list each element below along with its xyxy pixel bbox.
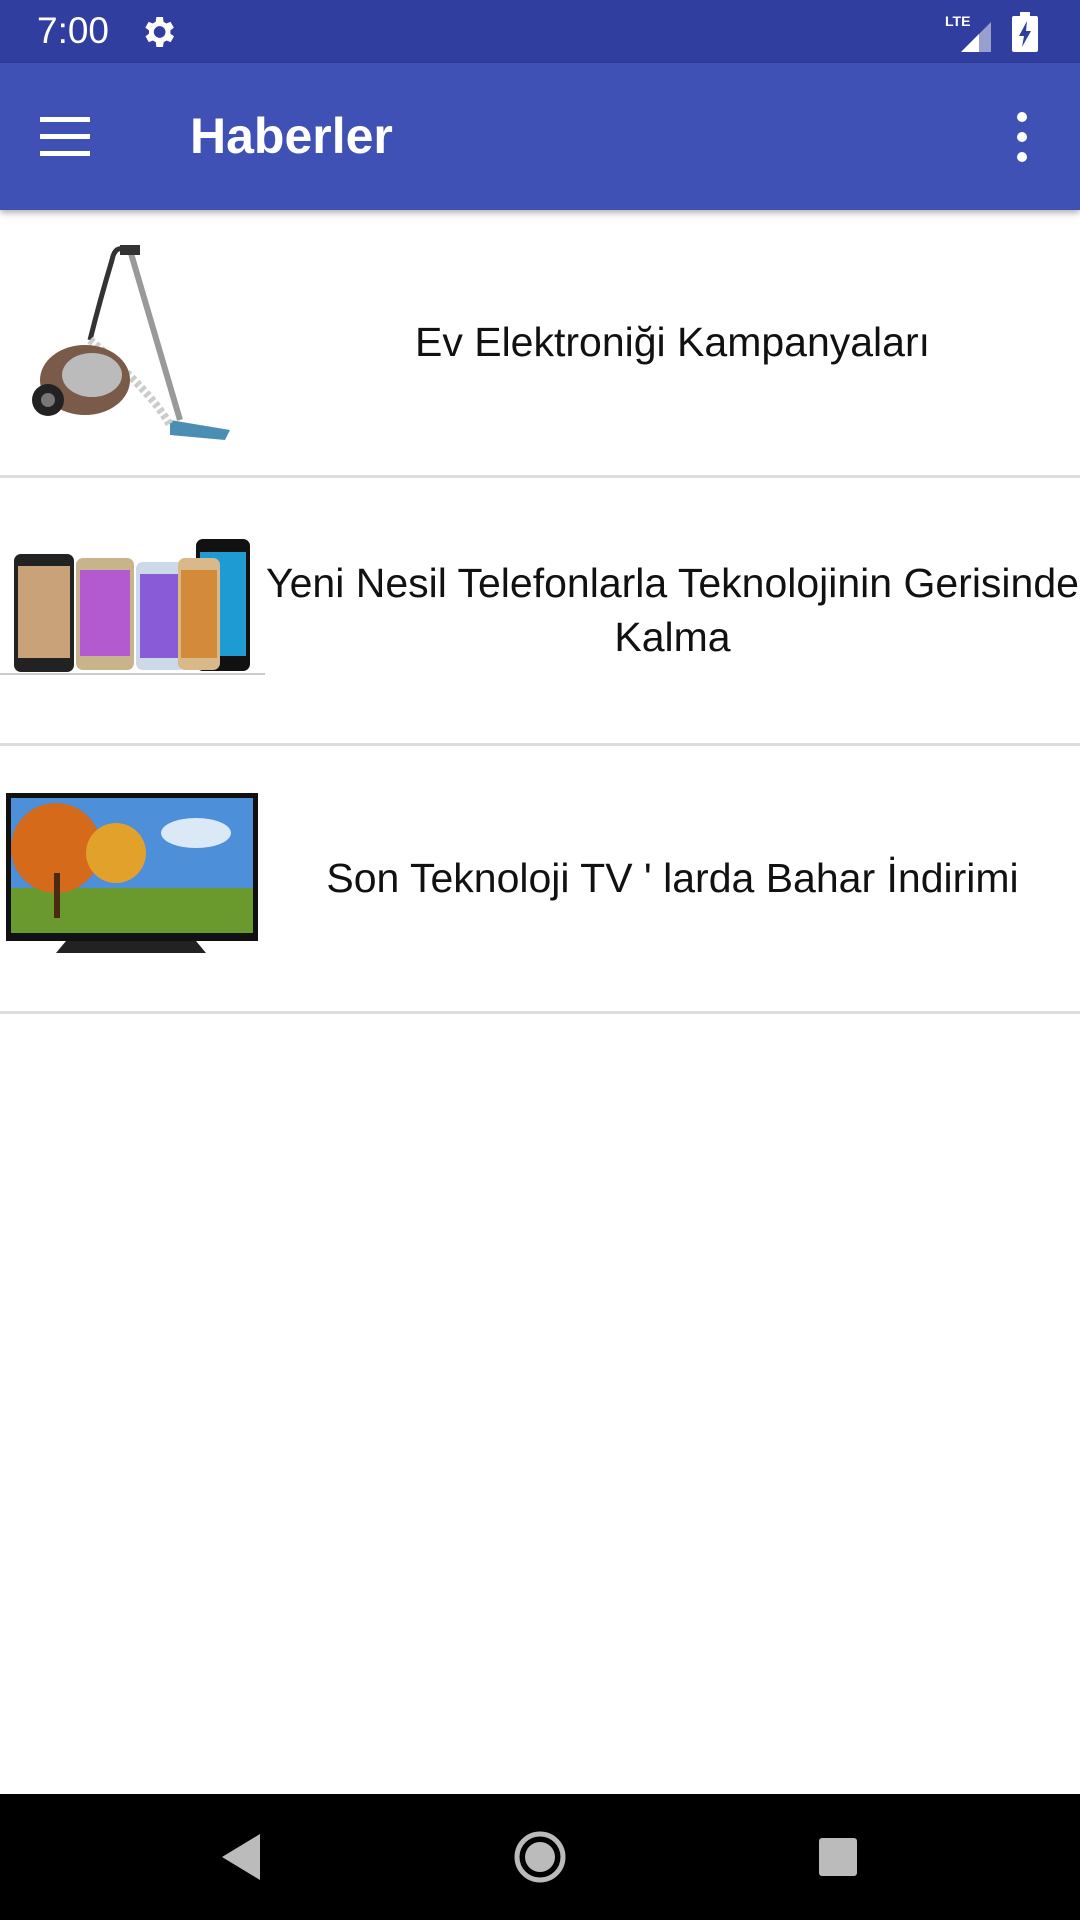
- news-item[interactable]: Ev Elektroniği Kampanyaları: [0, 210, 1080, 478]
- app-toolbar: Haberler: [0, 63, 1080, 210]
- navigation-bar: [0, 1794, 1080, 1920]
- news-item[interactable]: Yeni Nesil Telefonlarla Teknolojinin Ger…: [0, 478, 1080, 746]
- news-title: Yeni Nesil Telefonlarla Teknolojinin Ger…: [266, 560, 1079, 660]
- status-bar: 7:00 LTE: [0, 0, 1080, 63]
- smartphones-image: [0, 539, 265, 675]
- news-item[interactable]: Son Teknoloji TV ' larda Bahar İndirimi: [0, 746, 1080, 1014]
- page-title: Haberler: [190, 108, 393, 164]
- more-vert-icon[interactable]: [1000, 107, 1044, 167]
- settings-gear-icon: [145, 17, 174, 47]
- news-title: Ev Elektroniği Kampanyaları: [414, 318, 931, 365]
- battery-charging-icon: [1012, 12, 1038, 52]
- back-icon[interactable]: [208, 1824, 274, 1890]
- home-icon[interactable]: [507, 1824, 573, 1890]
- news-title: Son Teknoloji TV ' larda Bahar İndirimi: [326, 854, 1019, 901]
- news-list: Ev Elektroniği Kampanyaları Yeni Nesil T…: [0, 210, 1080, 1014]
- recents-icon[interactable]: [805, 1824, 871, 1890]
- hamburger-menu-icon[interactable]: [40, 113, 106, 161]
- vacuum-cleaner-image: [32, 245, 230, 440]
- svg-text:LTE: LTE: [945, 13, 970, 29]
- television-image: [6, 793, 258, 953]
- status-time: 7:00: [37, 10, 110, 51]
- lte-signal-icon: LTE: [945, 13, 991, 52]
